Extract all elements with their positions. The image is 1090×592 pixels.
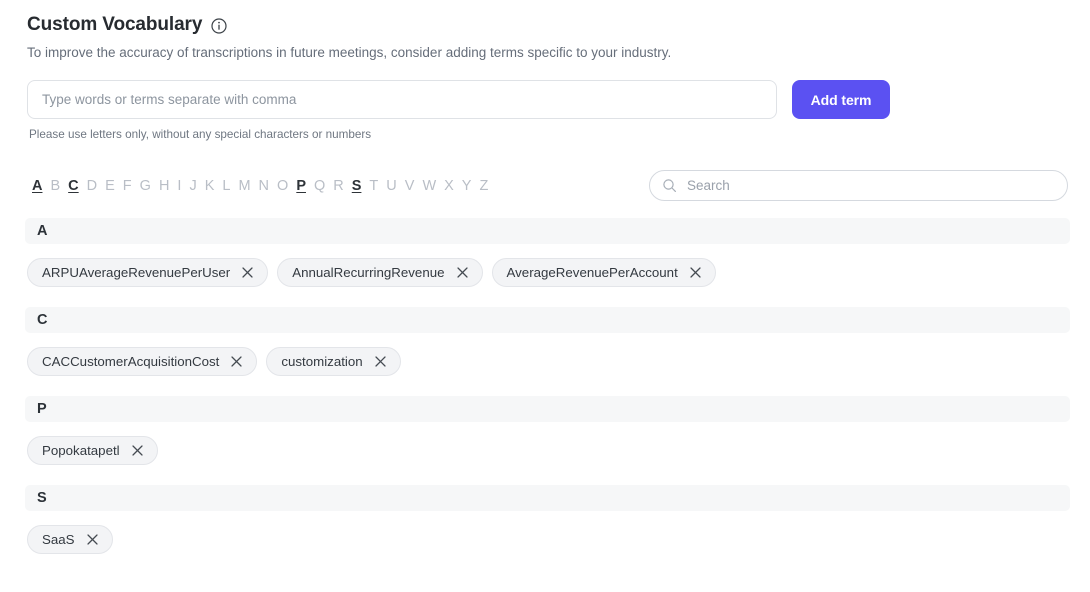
alphabet-letter-l: L <box>222 177 231 194</box>
group-letter: C <box>37 312 48 328</box>
alphabet-letter-i: I <box>177 177 182 194</box>
close-icon[interactable] <box>374 355 387 368</box>
alphabet-letter-c[interactable]: C <box>64 177 82 195</box>
term-chip-label: AnnualRecurringRevenue <box>292 264 445 280</box>
alphabet-letter-a[interactable]: A <box>28 177 46 195</box>
alphabet-nav: ABCDEFGHIJKLMNOPQRSTUVWXYZ <box>28 177 492 195</box>
close-icon[interactable] <box>689 266 702 279</box>
close-icon[interactable] <box>131 444 144 457</box>
group-header: S <box>25 485 1070 511</box>
term-chip-list: CACCustomerAcquisitionCost customization <box>27 347 1070 376</box>
term-chip-label: customization <box>281 353 363 369</box>
term-chip[interactable]: AverageRevenuePerAccount <box>491 258 716 287</box>
alphabet-letter-u: U <box>386 177 397 194</box>
alphabet-and-search-row: ABCDEFGHIJKLMNOPQRSTUVWXYZ <box>28 170 1068 201</box>
alphabet-letter-b: B <box>50 177 61 194</box>
term-chip-label: AverageRevenuePerAccount <box>506 264 678 280</box>
vocabulary-group: P Popokatapetl <box>0 396 1090 485</box>
close-icon[interactable] <box>86 533 99 546</box>
alphabet-letter-r: R <box>333 177 344 194</box>
term-chip[interactable]: customization <box>266 347 401 376</box>
group-letter: S <box>37 490 47 506</box>
term-chip-label: SaaS <box>42 531 75 547</box>
info-circle-icon[interactable] <box>211 18 227 34</box>
term-chip-label: CACCustomerAcquisitionCost <box>42 353 220 369</box>
group-header: A <box>25 218 1070 244</box>
close-icon[interactable] <box>456 266 469 279</box>
vocabulary-group: A ARPUAverageRevenuePerUser AnnualRecurrin… <box>0 218 1090 307</box>
term-chip-label: ARPUAverageRevenuePerUser <box>42 264 231 280</box>
term-chip[interactable]: ARPUAverageRevenuePerUser <box>27 258 269 287</box>
alphabet-letter-w: W <box>422 177 437 194</box>
close-icon[interactable] <box>241 266 254 279</box>
alphabet-letter-o: O <box>277 177 289 194</box>
input-hint: Please use letters only, without any spe… <box>29 128 372 141</box>
alphabet-letter-m: M <box>238 177 251 194</box>
term-input[interactable] <box>27 80 777 119</box>
alphabet-letter-n: N <box>258 177 270 194</box>
group-header: P <box>25 396 1070 422</box>
custom-vocabulary-page: Custom Vocabulary To improve the accurac… <box>0 0 1090 592</box>
alphabet-letter-p[interactable]: P <box>292 177 310 195</box>
group-letter: P <box>37 401 47 417</box>
term-chip-list: Popokatapetl <box>27 436 1070 465</box>
alphabet-letter-d: D <box>86 177 98 194</box>
alphabet-letter-t: T <box>369 177 379 194</box>
term-chip[interactable]: Popokatapetl <box>27 436 158 465</box>
alphabet-letter-s[interactable]: S <box>348 177 366 195</box>
page-title: Custom Vocabulary <box>27 14 203 35</box>
alphabet-letter-j: J <box>189 177 197 194</box>
alphabet-letter-v: V <box>404 177 415 194</box>
term-chip[interactable]: AnnualRecurringRevenue <box>277 258 483 287</box>
alphabet-letter-q: Q <box>313 177 326 194</box>
alphabet-letter-x: X <box>444 177 454 194</box>
alphabet-letter-y: Y <box>461 177 472 194</box>
group-letter: A <box>37 223 48 239</box>
term-chip-list: SaaS <box>27 525 1070 554</box>
term-chip[interactable]: SaaS <box>27 525 113 554</box>
search-icon <box>662 178 677 193</box>
search-box[interactable] <box>649 170 1068 201</box>
vocabulary-group: C CACCustomerAcquisitionCost customization <box>0 307 1090 396</box>
add-term-button[interactable]: Add term <box>792 80 890 119</box>
vocabulary-group: S SaaS <box>0 485 1090 574</box>
search-input[interactable] <box>687 171 1055 200</box>
vocabulary-groups: A ARPUAverageRevenuePerUser AnnualRecurrin… <box>0 218 1090 574</box>
group-header: C <box>25 307 1070 333</box>
term-chip-list: ARPUAverageRevenuePerUser AnnualRecurring… <box>27 258 1070 287</box>
page-subtitle: To improve the accuracy of transcription… <box>27 45 672 60</box>
term-chip-label: Popokatapetl <box>42 442 120 458</box>
alphabet-letter-e: E <box>105 177 115 194</box>
add-term-form: Add term <box>27 80 1090 119</box>
page-header: Custom Vocabulary <box>0 0 1090 36</box>
close-icon[interactable] <box>230 355 243 368</box>
alphabet-letter-z: Z <box>479 177 489 194</box>
term-chip[interactable]: CACCustomerAcquisitionCost <box>27 347 258 376</box>
alphabet-letter-k: K <box>204 177 215 194</box>
alphabet-letter-f: F <box>122 177 132 194</box>
alphabet-letter-h: H <box>158 177 170 194</box>
alphabet-letter-g: G <box>139 177 151 194</box>
